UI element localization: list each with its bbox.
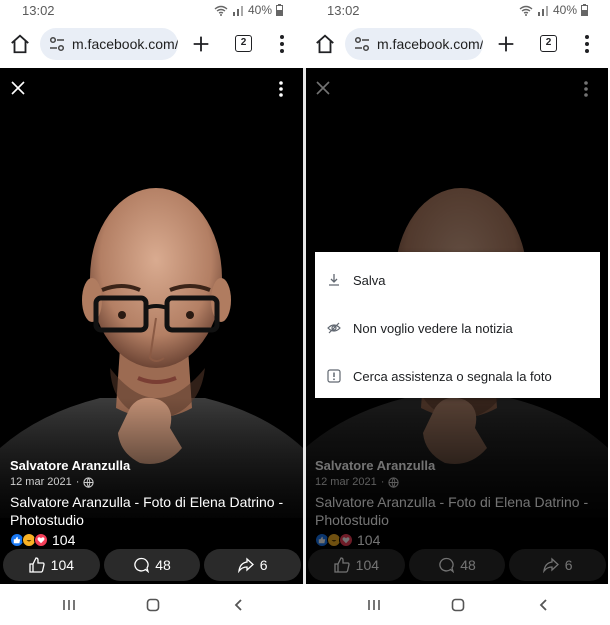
home-nav-icon[interactable]: [146, 598, 160, 612]
meta-separator: ·: [75, 476, 80, 488]
url-text: m.facebook.com/: [377, 36, 483, 52]
tab-switcher-button[interactable]: 2: [540, 35, 557, 52]
share-count: 6: [259, 557, 268, 573]
eye-off-icon: [327, 322, 341, 334]
status-bar: 13:02 40%: [0, 0, 305, 22]
post-meta: 12 mar 2021 ·: [10, 476, 300, 488]
like-icon: [29, 557, 45, 573]
home-icon[interactable]: [314, 33, 336, 55]
menu-item-report[interactable]: Cerca assistenza o segnala la foto: [315, 352, 600, 400]
wifi-icon: [214, 5, 228, 16]
signal-icon: [232, 5, 243, 16]
recent-apps-icon[interactable]: [367, 598, 381, 612]
home-icon[interactable]: [9, 33, 31, 55]
status-bar: 13:02 40%: [305, 0, 610, 22]
menu-item-save[interactable]: Salva: [315, 256, 600, 304]
report-icon: [327, 369, 341, 383]
system-icons: 40%: [214, 3, 283, 17]
comment-button[interactable]: 48: [103, 549, 201, 581]
battery-percent: 40%: [247, 3, 272, 17]
more-options-icon[interactable]: [277, 80, 285, 98]
menu-item-hide[interactable]: Non voglio vedere la notizia: [315, 304, 600, 352]
battery-percent: 40%: [552, 3, 577, 17]
photo-viewer: Salvatore Aranzulla 12 mar 2021 · Salvat…: [0, 68, 303, 584]
photo-viewer: Salvatore Aranzulla 12 mar 2021 · Salvat…: [305, 68, 608, 584]
android-nav-bar: [305, 590, 610, 625]
post-caption: Salvatore Aranzulla 12 mar 2021 · Salvat…: [10, 458, 300, 548]
wifi-icon: [519, 5, 533, 16]
site-settings-icon[interactable]: [353, 35, 371, 53]
battery-icon: [276, 4, 283, 16]
browser-toolbar: m.facebook.com/ 2: [305, 26, 610, 64]
system-icons: 40%: [519, 3, 588, 17]
back-icon[interactable]: [232, 598, 246, 612]
left-screen: 13:02 40% m.facebook.com/ 2 Salvatore Ar…: [0, 0, 305, 625]
new-tab-icon[interactable]: [190, 33, 212, 55]
post-date[interactable]: 12 mar 2021: [10, 476, 72, 488]
menu-item-label: Salva: [353, 272, 386, 288]
home-nav-icon[interactable]: [451, 598, 465, 612]
tab-switcher-button[interactable]: 2: [235, 35, 252, 52]
screen-divider: [303, 68, 306, 584]
post-photo[interactable]: [0, 68, 303, 518]
menu-item-label: Cerca assistenza o segnala la foto: [353, 368, 552, 384]
love-reaction-icon: [34, 533, 48, 547]
menu-item-label: Non voglio vedere la notizia: [353, 320, 513, 336]
site-settings-icon[interactable]: [48, 35, 66, 53]
post-actions: 104 48 6: [3, 549, 302, 581]
status-time: 13:02: [327, 3, 360, 18]
browser-toolbar: m.facebook.com/ 2: [0, 26, 305, 64]
url-text: m.facebook.com/: [72, 36, 178, 52]
battery-icon: [581, 4, 588, 16]
share-icon: [237, 557, 254, 573]
signal-icon: [537, 5, 548, 16]
photo-options-menu: Salva Non voglio vedere la notizia Cerca…: [315, 252, 600, 398]
comment-icon: [134, 557, 150, 573]
like-button[interactable]: 104: [3, 549, 100, 581]
reactions-summary[interactable]: 104: [10, 532, 300, 548]
right-screen: 13:02 40% m.facebook.com/ 2 Salvatore Ar…: [305, 0, 610, 625]
download-icon: [329, 274, 339, 286]
browser-menu-icon[interactable]: [583, 34, 591, 54]
close-icon[interactable]: [10, 80, 26, 96]
new-tab-icon[interactable]: [495, 33, 517, 55]
address-bar[interactable]: m.facebook.com/: [345, 28, 483, 60]
back-icon[interactable]: [537, 598, 551, 612]
reactions-count: 104: [52, 532, 76, 548]
comment-count: 48: [155, 557, 171, 573]
post-author[interactable]: Salvatore Aranzulla: [10, 458, 300, 473]
post-title: Salvatore Aranzulla - Foto di Elena Datr…: [10, 494, 284, 528]
android-nav-bar: [0, 590, 305, 625]
like-count: 104: [50, 557, 75, 573]
globe-icon: [83, 476, 95, 488]
share-button[interactable]: 6: [204, 549, 302, 581]
status-time: 13:02: [22, 3, 55, 18]
recent-apps-icon[interactable]: [62, 598, 76, 612]
address-bar[interactable]: m.facebook.com/: [40, 28, 178, 60]
browser-menu-icon[interactable]: [278, 34, 286, 54]
